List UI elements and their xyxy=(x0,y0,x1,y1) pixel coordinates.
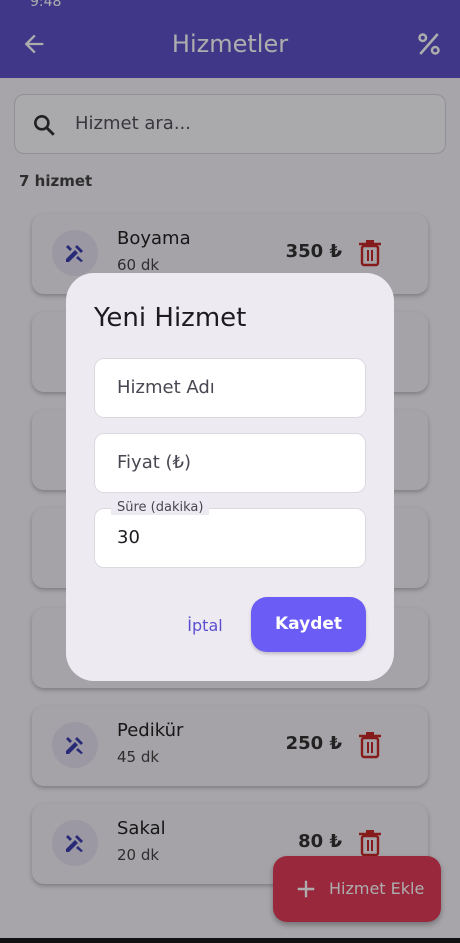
service-name-placeholder: Hizmet Adı xyxy=(117,377,215,398)
price-placeholder: Fiyat (₺) xyxy=(117,452,192,473)
system-nav-bar xyxy=(0,938,460,943)
new-service-dialog: Yeni Hizmet Hizmet Adı Fiyat (₺) Süre (d… xyxy=(66,273,394,681)
duration-value: 30 xyxy=(117,527,140,548)
cancel-button[interactable]: İptal xyxy=(178,613,232,639)
duration-field[interactable]: Süre (dakika) 30 xyxy=(94,500,366,568)
price-field[interactable]: Fiyat (₺) xyxy=(94,433,366,493)
service-name-field[interactable]: Hizmet Adı xyxy=(94,358,366,418)
duration-label: Süre (dakika) xyxy=(111,500,210,515)
save-button[interactable]: Kaydet xyxy=(251,597,366,652)
dialog-title: Yeni Hizmet xyxy=(94,303,247,333)
